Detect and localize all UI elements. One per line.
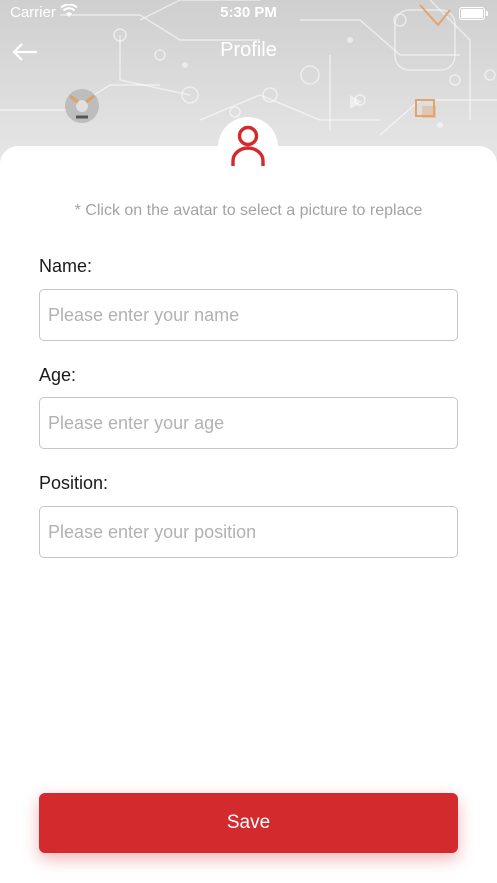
name-field[interactable] (39, 289, 458, 341)
status-time: 5:30 PM (220, 4, 277, 21)
age-label: Age: (39, 365, 77, 385)
position-field[interactable] (39, 506, 458, 558)
avatar[interactable] (218, 117, 278, 177)
age-field[interactable] (39, 397, 458, 449)
position-label: Position: (39, 473, 109, 493)
page-title: Profile (220, 39, 277, 61)
save-button[interactable]: Save (39, 793, 458, 853)
status-bar: Carrier 5:30 PM (0, 0, 497, 26)
avatar-hint: * Click on the avatar to select a pictur… (74, 202, 423, 219)
battery-icon (459, 7, 488, 20)
name-label: Name: (39, 256, 93, 276)
user-icon (231, 125, 265, 166)
